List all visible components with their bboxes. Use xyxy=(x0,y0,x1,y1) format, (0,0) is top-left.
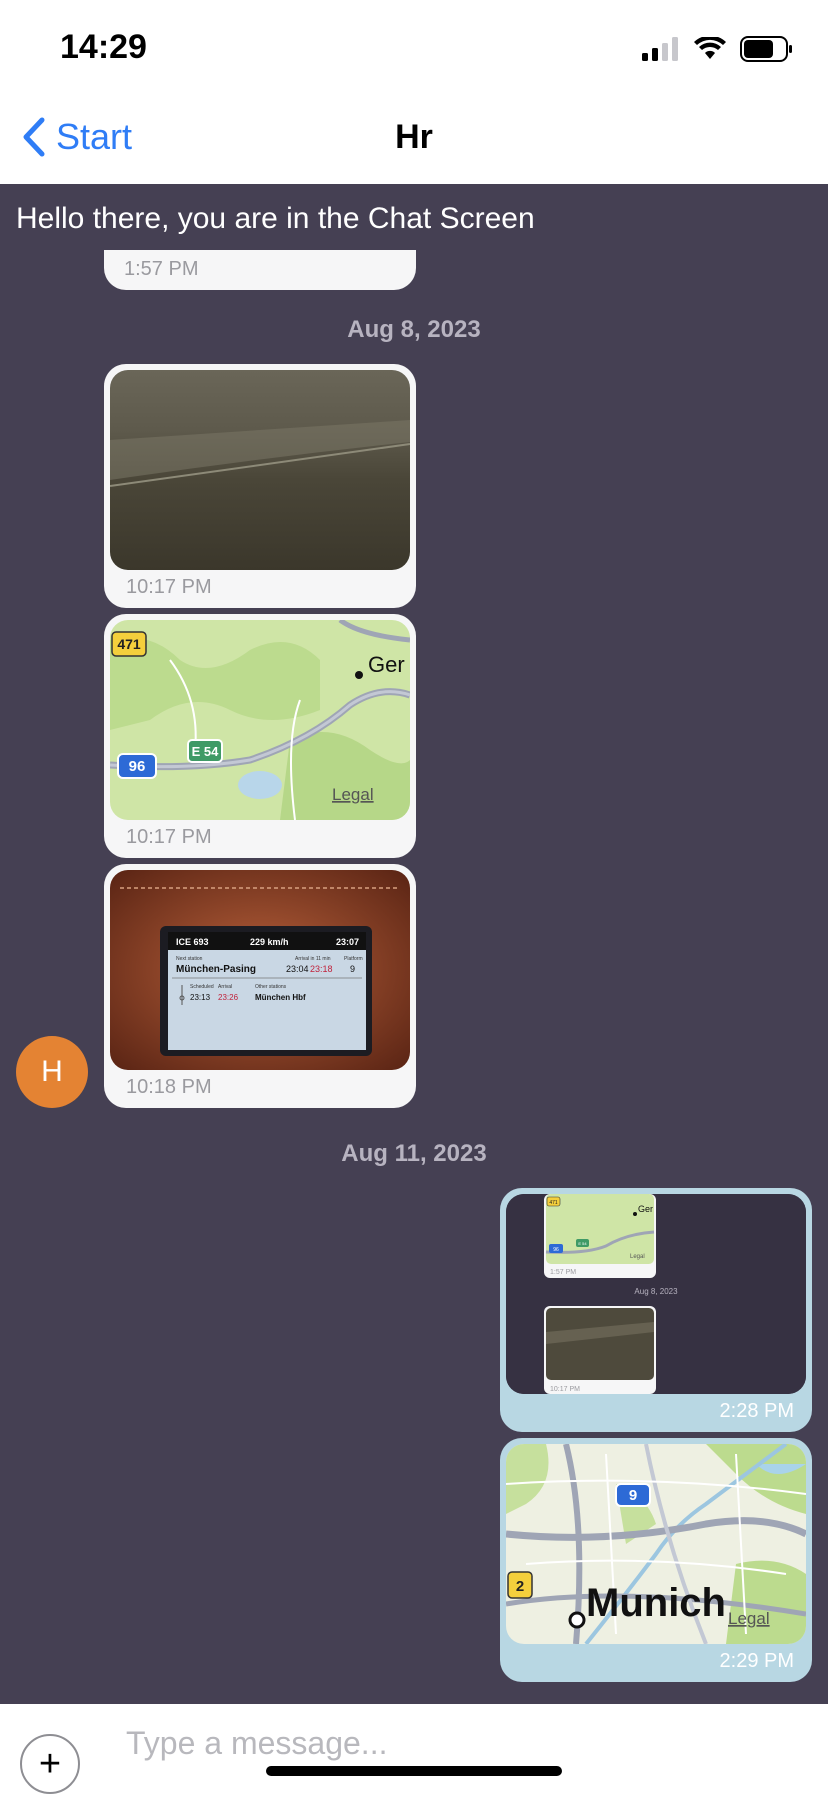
station-time-2: 23:18 xyxy=(310,964,333,974)
train-speed: 229 km/h xyxy=(250,937,289,947)
arrival-time: 23:26 xyxy=(218,993,239,1002)
message-time: 2:28 PM xyxy=(719,1400,794,1422)
message-bubble-image[interactable]: 10:17 PM xyxy=(104,364,416,608)
map-label-route: 471 xyxy=(117,636,141,652)
message-bubble-partial[interactable]: 1:57 PM xyxy=(104,250,416,290)
map-label-motorway: 9 xyxy=(629,1487,637,1504)
train-id: ICE 693 xyxy=(176,937,209,947)
message-bubble-outgoing-map[interactable]: 9 2 Munich Legal 2:29 PM xyxy=(500,1438,812,1682)
arrival-header: Arrival in 11 min xyxy=(295,956,331,962)
train-clock: 23:07 xyxy=(336,937,359,947)
other-station: München Hbf xyxy=(255,993,306,1002)
message-input[interactable] xyxy=(124,1724,728,1763)
station-name: München-Pasing xyxy=(176,964,256,975)
message-bubble-image[interactable]: ICE 693 229 km/h 23:07 Next station Arri… xyxy=(104,864,416,1108)
screenshot-thumbnail[interactable]: Ger 471 96 E 54 Legal 1:57 PM Aug 8, 202… xyxy=(506,1194,806,1394)
message-time: 10:18 PM xyxy=(126,1076,212,1098)
date-separator: Aug 11, 2023 xyxy=(341,1140,487,1167)
avatar[interactable]: H xyxy=(16,1036,88,1108)
thumb-time: 1:57 PM xyxy=(550,1269,576,1276)
map-snapshot[interactable]: 9 2 Munich Legal xyxy=(506,1444,806,1644)
plus-icon: + xyxy=(38,1742,62,1785)
thumb-euro: E 54 xyxy=(578,1241,587,1246)
next-station-header: Next station xyxy=(176,956,203,962)
thumb-city: Ger xyxy=(638,1204,653,1214)
other-stations-header: Other stations xyxy=(255,984,287,990)
thumb-motorway: 96 xyxy=(553,1247,559,1253)
message-time: 10:17 PM xyxy=(126,826,212,848)
map-label-city: Ger xyxy=(368,652,405,677)
thumb-legal: Legal xyxy=(630,1254,645,1260)
map-legal-link[interactable]: Legal xyxy=(332,785,374,804)
message-time: 2:29 PM xyxy=(719,1650,794,1672)
message-photo[interactable]: ICE 693 229 km/h 23:07 Next station Arri… xyxy=(110,870,410,1070)
chat-banner: Hello there, you are in the Chat Screen xyxy=(16,202,535,235)
date-separator: Aug 8, 2023 xyxy=(347,316,481,343)
message-photo[interactable] xyxy=(110,370,410,570)
status-time: 14:29 xyxy=(60,28,147,66)
page-title: Hr xyxy=(395,118,433,156)
status-icons xyxy=(642,36,794,62)
station-time-1: 23:04 xyxy=(286,964,309,974)
platform-header: Platform xyxy=(344,956,363,962)
arrival-col-header: Arrival xyxy=(218,984,232,990)
map-snapshot[interactable]: 471 96 E 54 Ger Legal xyxy=(110,620,410,820)
thumb-date: Aug 8, 2023 xyxy=(634,1287,678,1296)
message-time: 1:57 PM xyxy=(124,258,199,280)
status-bar: 14:29 xyxy=(0,0,828,100)
thumb-time-2: 10:17 PM xyxy=(550,1386,580,1393)
signal-icon xyxy=(642,37,678,61)
map-label-city: Munich xyxy=(586,1581,726,1625)
message-bubble-outgoing-screenshot[interactable]: Ger 471 96 E 54 Legal 1:57 PM Aug 8, 202… xyxy=(500,1188,812,1432)
map-label-euro: E 54 xyxy=(192,744,220,759)
navigation-bar: Start Hr xyxy=(0,100,828,184)
scheduled-time: 23:13 xyxy=(190,993,211,1002)
message-bubble-map[interactable]: 471 96 E 54 Ger Legal 10:17 PM xyxy=(104,614,416,858)
scheduled-header: Scheduled xyxy=(190,984,214,990)
battery-icon xyxy=(740,36,792,62)
thumb-route: 471 xyxy=(549,1200,558,1206)
composer-bar: + xyxy=(0,1704,828,1794)
add-attachment-button[interactable]: + xyxy=(20,1734,80,1794)
chat-area[interactable]: Hello there, you are in the Chat Screen … xyxy=(0,184,828,1704)
message-time: 10:17 PM xyxy=(126,576,212,598)
wifi-icon xyxy=(694,37,726,59)
map-label-motorway: 96 xyxy=(129,758,146,775)
map-label-route: 2 xyxy=(516,1578,524,1595)
map-legal-link[interactable]: Legal xyxy=(728,1609,770,1628)
home-indicator xyxy=(266,1766,562,1776)
station-platform: 9 xyxy=(350,964,355,974)
